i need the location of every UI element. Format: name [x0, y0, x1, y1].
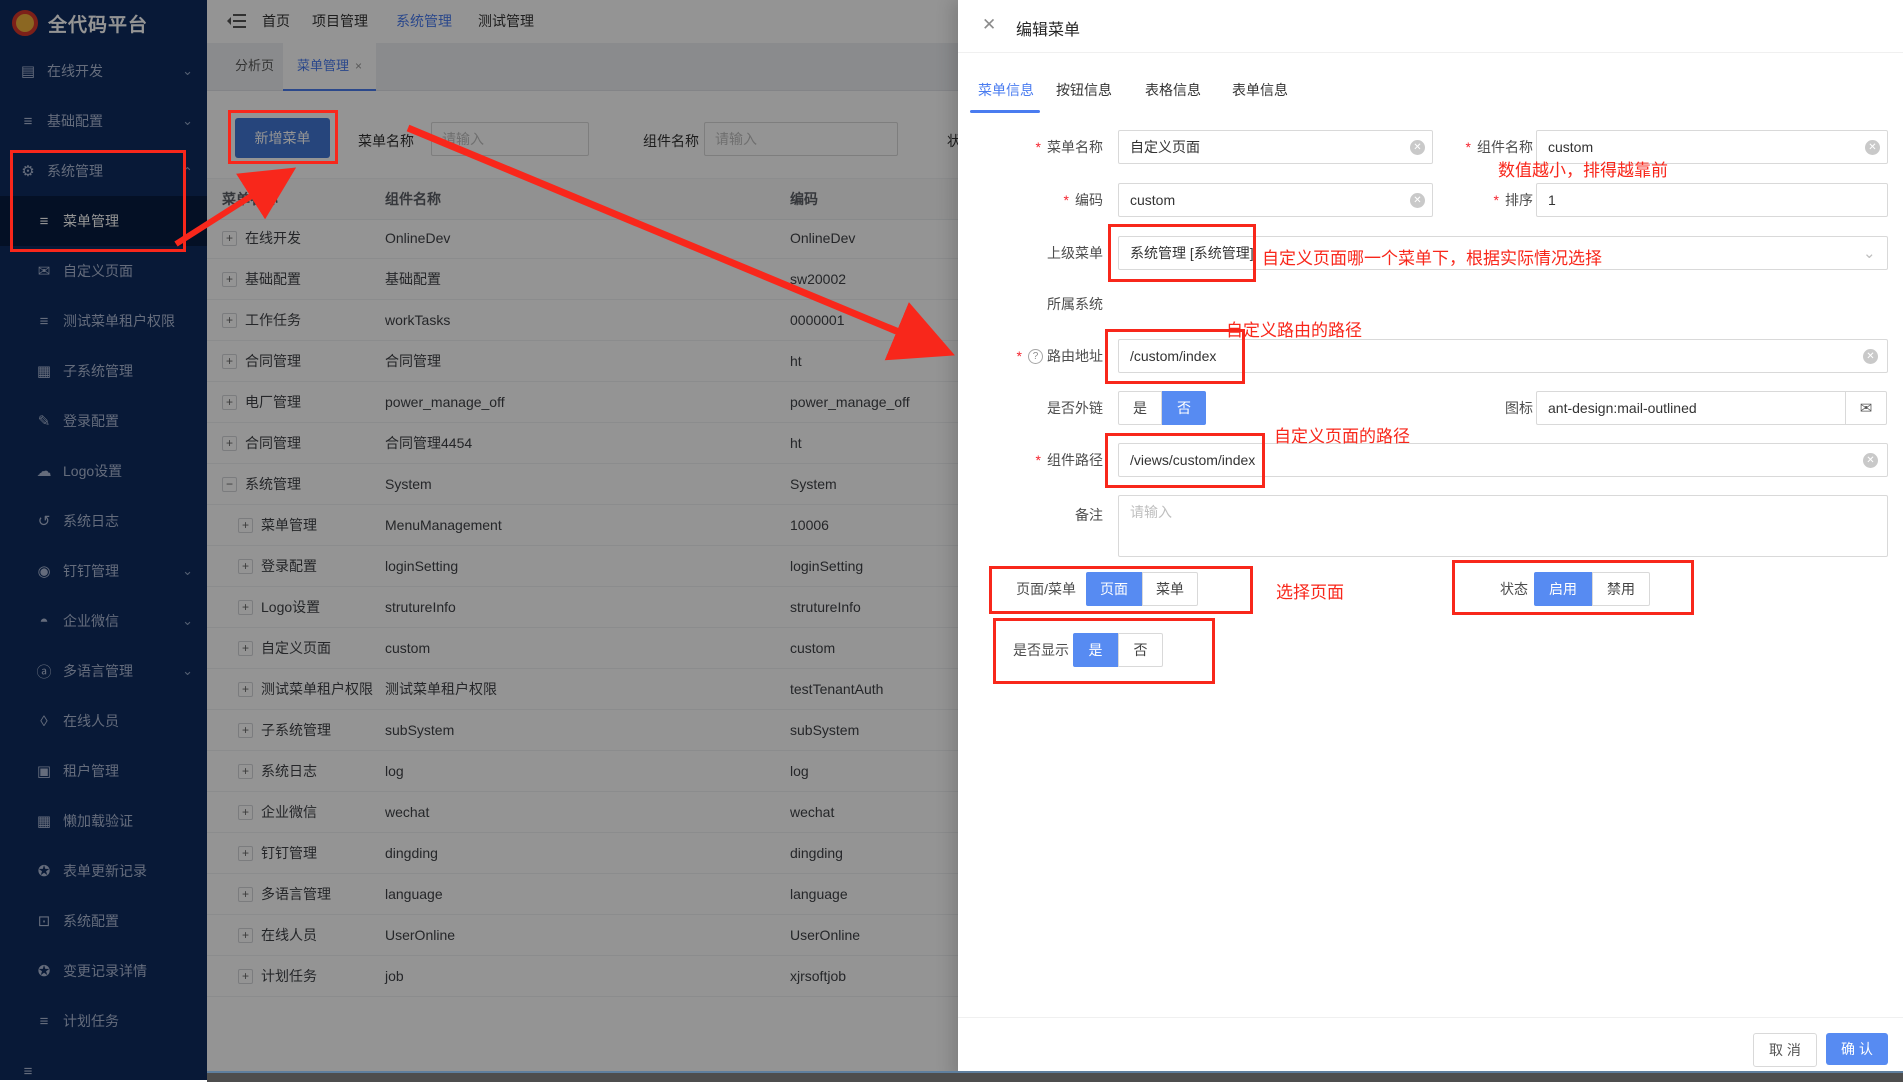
- menu-name-input[interactable]: [1118, 130, 1433, 164]
- menu-option-button[interactable]: 菜单: [1142, 572, 1198, 606]
- visible-label: 是否显示: [958, 633, 1069, 667]
- chevron-down-icon[interactable]: ⌄: [1863, 244, 1876, 262]
- parent-menu-label: 上级菜单: [958, 236, 1103, 270]
- icon-field-label: 图标: [1388, 391, 1533, 425]
- sort-input[interactable]: [1536, 183, 1888, 217]
- component-name-label: *组件名称: [1388, 130, 1533, 164]
- clear-icon[interactable]: ✕: [1865, 140, 1880, 155]
- external-no-button[interactable]: 否: [1162, 391, 1206, 425]
- clear-icon[interactable]: ✕: [1863, 453, 1878, 468]
- remark-label: 备注: [958, 498, 1103, 532]
- external-yes-button[interactable]: 是: [1118, 391, 1162, 425]
- visible-no-button[interactable]: 否: [1118, 633, 1163, 667]
- route-input[interactable]: [1118, 339, 1888, 373]
- bottom-strip: [207, 1071, 1903, 1082]
- tab-form-info[interactable]: 表单信息: [1232, 80, 1288, 100]
- remark-textarea[interactable]: [1118, 495, 1888, 557]
- tab-table-info[interactable]: 表格信息: [1145, 80, 1201, 100]
- parent-menu-select[interactable]: 系统管理 [系统管理]: [1118, 236, 1888, 270]
- drawer-title: 编辑菜单: [1016, 16, 1080, 40]
- question-circle-icon: ?: [1028, 349, 1043, 364]
- page-menu-label: 页面/菜单: [958, 572, 1076, 606]
- edit-menu-drawer: ✕ 编辑菜单 菜单信息 按钮信息 表格信息 表单信息 *菜单名称 ✕ *组件名称…: [958, 0, 1903, 1080]
- cancel-button[interactable]: 取 消: [1753, 1033, 1817, 1067]
- component-path-label: *组件路径: [958, 443, 1103, 477]
- clear-icon[interactable]: ✕: [1863, 349, 1878, 364]
- tab-ink-bar: [970, 110, 1040, 113]
- icon-input[interactable]: [1536, 391, 1846, 425]
- component-path-input[interactable]: [1118, 443, 1888, 477]
- route-label: * ? 路由地址: [958, 339, 1103, 373]
- belong-system-label: 所属系统: [958, 287, 1103, 321]
- mail-icon: ✉: [1860, 399, 1873, 417]
- tab-button-info[interactable]: 按钮信息: [1056, 80, 1112, 100]
- component-name-input[interactable]: [1536, 130, 1888, 164]
- code-label: *编码: [958, 183, 1103, 217]
- menu-name-label: *菜单名称: [958, 130, 1103, 164]
- status-disable-button[interactable]: 禁用: [1592, 572, 1650, 606]
- status-label: 状态: [1383, 572, 1528, 606]
- tab-menu-info[interactable]: 菜单信息: [978, 80, 1034, 100]
- visible-yes-button[interactable]: 是: [1073, 633, 1118, 667]
- page-option-button[interactable]: 页面: [1086, 572, 1142, 606]
- mail-icon-button[interactable]: ✉: [1845, 391, 1887, 425]
- drawer-mask[interactable]: [0, 0, 958, 1080]
- sort-label: *排序: [1388, 183, 1533, 217]
- code-input[interactable]: [1118, 183, 1433, 217]
- external-link-label: 是否外链: [958, 391, 1103, 425]
- drawer-header: ✕ 编辑菜单: [958, 0, 1903, 53]
- status-enable-button[interactable]: 启用: [1534, 572, 1592, 606]
- close-icon[interactable]: ✕: [982, 15, 996, 35]
- confirm-button[interactable]: 确 认: [1826, 1033, 1888, 1065]
